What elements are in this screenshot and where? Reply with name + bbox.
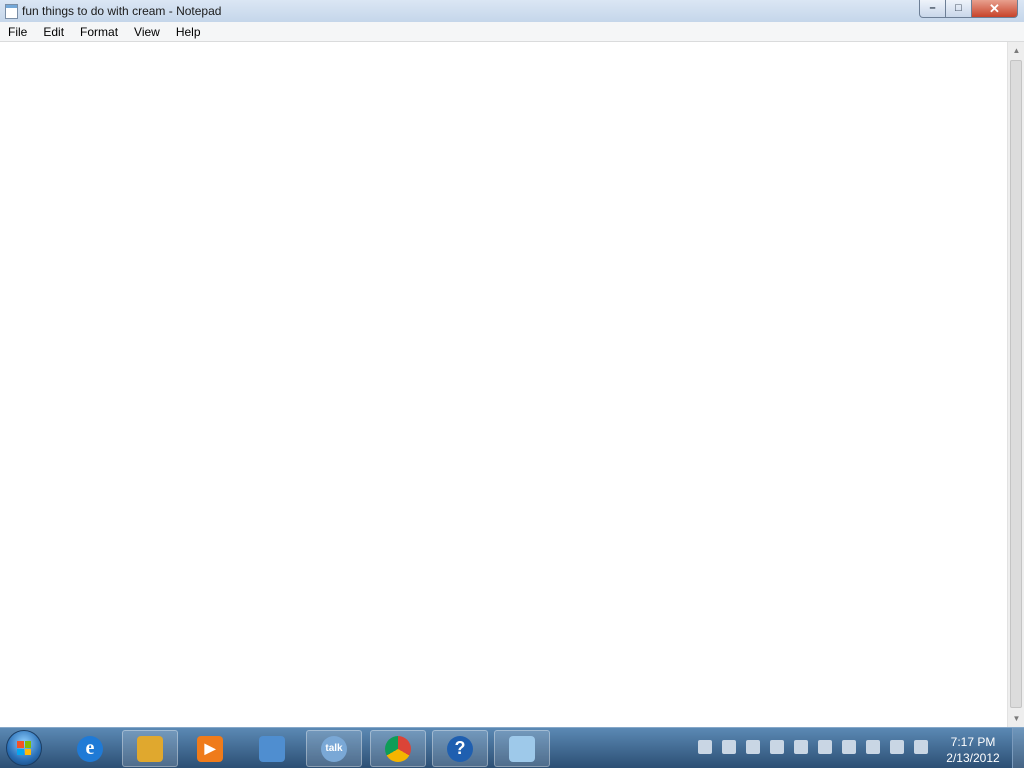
scroll-thumb[interactable]	[1010, 60, 1022, 708]
scroll-down-arrow[interactable]: ▼	[1009, 710, 1024, 727]
app-tray-icon[interactable]	[722, 740, 736, 754]
notepad-icon[interactable]	[5, 4, 18, 19]
system-clock[interactable]: 7:17 PM 2/13/2012	[940, 734, 1006, 766]
notepad-icon	[509, 735, 535, 762]
paint-icon	[259, 735, 285, 762]
tray-monitor-icon[interactable]	[818, 740, 832, 754]
menu-bar: File Edit Format View Help	[0, 22, 1024, 42]
menu-edit[interactable]: Edit	[35, 25, 72, 39]
security-shield-icon[interactable]	[794, 740, 808, 754]
taskbar-internet-explorer[interactable]: e	[62, 730, 118, 767]
window-controls: – □ ✕	[919, 0, 1018, 18]
taskbar-notepad[interactable]	[494, 730, 550, 767]
windows-logo-icon	[17, 741, 31, 755]
tray-utility-icon[interactable]	[746, 740, 760, 754]
menu-file[interactable]: File	[0, 25, 35, 39]
tray-status-icon[interactable]	[770, 740, 784, 754]
window-title: fun things to do with cream - Notepad	[22, 4, 222, 18]
maximize-button[interactable]: □	[946, 0, 972, 18]
taskbar-media-player[interactable]: ▶	[182, 730, 238, 767]
taskbar-help-and-support[interactable]: ?	[432, 730, 488, 767]
media-player-icon: ▶	[197, 735, 223, 762]
taskbar-chrome[interactable]	[370, 730, 426, 767]
network-signal-icon[interactable]	[890, 740, 904, 754]
action-center-flag-icon[interactable]	[866, 740, 880, 754]
clock-date: 2/13/2012	[946, 751, 1000, 765]
menu-help[interactable]: Help	[168, 25, 209, 39]
volume-icon[interactable]	[914, 740, 928, 754]
menu-format[interactable]: Format	[72, 25, 126, 39]
chrome-icon	[385, 735, 411, 762]
minimize-button[interactable]: –	[919, 0, 946, 18]
taskbar-paint[interactable]	[244, 730, 300, 767]
menu-view[interactable]: View	[126, 25, 168, 39]
windows-explorer-icon	[137, 735, 163, 762]
safely-remove-hardware-icon[interactable]	[842, 740, 856, 754]
help-icon: ?	[447, 735, 473, 762]
start-button[interactable]	[6, 730, 42, 766]
scroll-up-arrow[interactable]: ▲	[1009, 42, 1024, 59]
gmail-notifier-icon[interactable]	[698, 740, 712, 754]
taskbar: e ▶ talk ? 7:17 PM 2/13/2012	[0, 727, 1024, 768]
clock-time: 7:17 PM	[950, 735, 996, 749]
show-desktop-button[interactable]	[1012, 728, 1024, 768]
close-button[interactable]: ✕	[972, 0, 1018, 18]
google-talk-icon: talk	[321, 735, 347, 762]
system-tray	[698, 740, 938, 756]
taskbar-windows-explorer[interactable]	[122, 730, 178, 767]
taskbar-google-talk[interactable]: talk	[306, 730, 362, 767]
text-editor-area[interactable]	[0, 42, 1007, 727]
title-bar[interactable]: fun things to do with cream - Notepad – …	[0, 0, 1024, 23]
vertical-scrollbar[interactable]: ▲ ▼	[1007, 42, 1024, 727]
internet-explorer-icon: e	[77, 735, 103, 762]
